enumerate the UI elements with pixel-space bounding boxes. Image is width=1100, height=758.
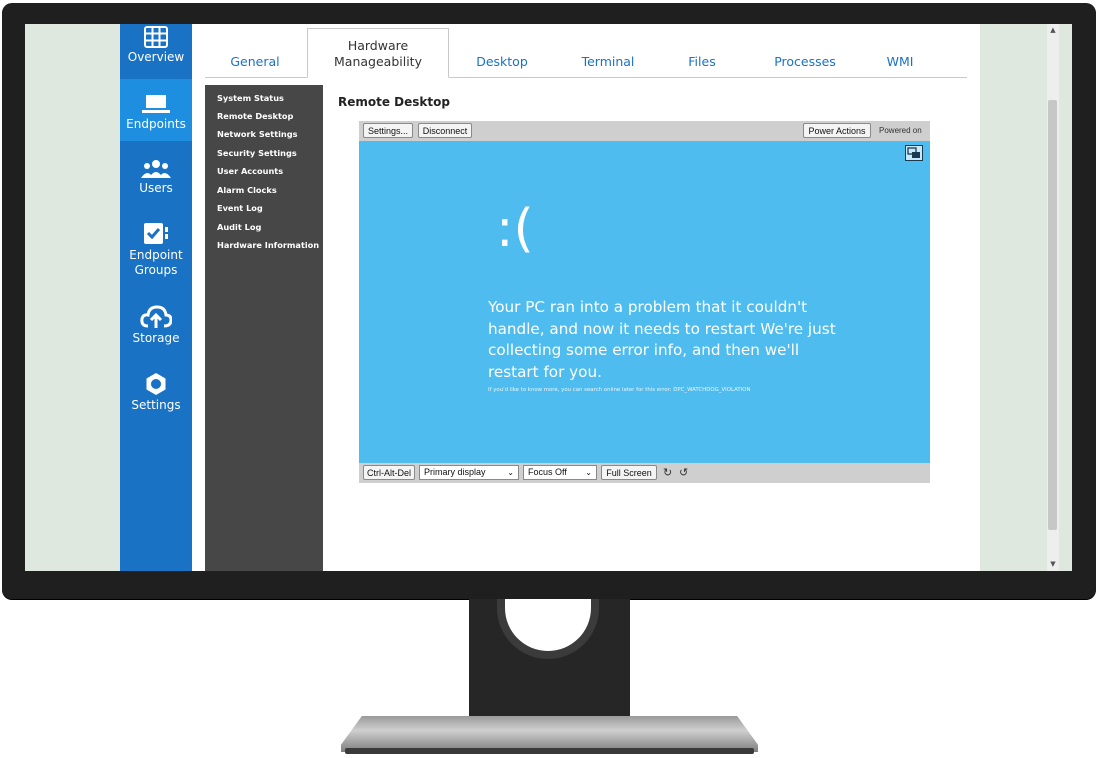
subnav-item-security-settings[interactable]: Security Settings bbox=[217, 148, 297, 158]
app-window: Overview Endpoints Users Endpoint Groups… bbox=[120, 24, 980, 571]
scrollbar-thumb[interactable] bbox=[1048, 100, 1057, 530]
viewer-toolbar: Settings... Disconnect Power Actions Pow… bbox=[359, 121, 930, 141]
rotate-clockwise-icon[interactable]: ↻ bbox=[663, 466, 672, 479]
display-select-value: Primary display bbox=[424, 467, 486, 477]
nav-label-endpoint-groups: Endpoint Groups bbox=[129, 248, 183, 277]
nav-item-endpoints[interactable]: Endpoints bbox=[120, 79, 192, 141]
subnav-item-alarm-clocks[interactable]: Alarm Clocks bbox=[217, 185, 277, 195]
monitor-base bbox=[341, 716, 758, 752]
bsod-detail: If you'd like to know more, you can sear… bbox=[488, 387, 751, 393]
grid-icon bbox=[144, 26, 168, 48]
checkbox-icon bbox=[144, 223, 168, 244]
gear-icon bbox=[146, 373, 166, 395]
remote-screen[interactable]: :( Your PC ran into a problem that it co… bbox=[359, 141, 930, 463]
full-screen-button[interactable]: Full Screen bbox=[601, 465, 657, 480]
bsod-message: Your PC ran into a problem that it could… bbox=[488, 298, 836, 381]
subnav-item-audit-log[interactable]: Audit Log bbox=[217, 222, 261, 232]
tab-terminal[interactable]: Terminal bbox=[563, 54, 653, 69]
settings-button[interactable]: Settings... bbox=[363, 123, 413, 138]
subnav-item-network-settings[interactable]: Network Settings bbox=[217, 129, 298, 139]
bsod-sad-face: :( bbox=[496, 199, 534, 259]
tab-bar: General Hardware Manageability Desktop T… bbox=[205, 24, 967, 78]
tab-files[interactable]: Files bbox=[667, 54, 737, 69]
monitor-base-edge bbox=[345, 748, 754, 754]
nav-label-users: Users bbox=[139, 181, 173, 195]
nav-label-storage: Storage bbox=[132, 331, 180, 345]
chevron-down-icon: ⌄ bbox=[507, 468, 514, 477]
subnav-item-remote-desktop[interactable]: Remote Desktop bbox=[217, 111, 293, 121]
disconnect-button[interactable]: Disconnect bbox=[418, 123, 472, 138]
chevron-down-icon: ⌄ bbox=[585, 468, 592, 477]
cloud-upload-icon bbox=[140, 305, 172, 328]
power-actions-button[interactable]: Power Actions bbox=[803, 123, 871, 138]
subnav-item-system-status[interactable]: System Status bbox=[217, 93, 284, 103]
users-icon bbox=[141, 160, 171, 178]
focus-select[interactable]: Focus Off ⌄ bbox=[523, 465, 597, 480]
tab-wmi[interactable]: WMI bbox=[867, 54, 933, 69]
tab-general[interactable]: General bbox=[205, 54, 305, 69]
monitor-screen: Overview Endpoints Users Endpoint Groups… bbox=[25, 24, 1072, 571]
viewer-bottom-bar: Ctrl-Alt-Del Primary display ⌄ Focus Off… bbox=[359, 463, 930, 483]
page-title: Remote Desktop bbox=[338, 95, 450, 109]
rotate-counterclockwise-icon[interactable]: ↺ bbox=[679, 466, 688, 479]
display-select[interactable]: Primary display ⌄ bbox=[419, 465, 519, 480]
nav-label-endpoints: Endpoints bbox=[126, 117, 186, 131]
tab-processes[interactable]: Processes bbox=[755, 54, 855, 69]
nav-item-endpoint-groups[interactable]: Endpoint Groups bbox=[120, 222, 192, 288]
subnav-item-hardware-information[interactable]: Hardware Information bbox=[217, 240, 319, 250]
nav-item-storage[interactable]: Storage bbox=[120, 305, 192, 353]
focus-select-value: Focus Off bbox=[528, 467, 567, 477]
tab-hardware-manageability[interactable]: Hardware Manageability bbox=[307, 28, 449, 78]
ctrl-alt-del-button[interactable]: Ctrl-Alt-Del bbox=[363, 465, 415, 480]
main-nav: Overview Endpoints Users Endpoint Groups… bbox=[120, 24, 192, 571]
sub-nav: System Status Remote Desktop Network Set… bbox=[205, 85, 323, 571]
power-status: Powered on bbox=[879, 126, 922, 135]
subnav-item-event-log[interactable]: Event Log bbox=[217, 203, 263, 213]
left-gutter bbox=[25, 24, 120, 571]
nav-label-overview: Overview bbox=[127, 50, 185, 64]
subnav-item-user-accounts[interactable]: User Accounts bbox=[217, 166, 283, 176]
nav-label-settings: Settings bbox=[131, 398, 181, 412]
screen-mode-icon[interactable] bbox=[905, 145, 923, 161]
nav-item-settings[interactable]: Settings bbox=[120, 372, 192, 420]
tab-desktop[interactable]: Desktop bbox=[457, 54, 547, 69]
scroll-down-icon[interactable]: ▼ bbox=[1049, 560, 1057, 568]
nav-item-overview[interactable]: Overview bbox=[120, 24, 192, 76]
laptop-icon bbox=[142, 95, 170, 113]
scroll-up-icon[interactable]: ▲ bbox=[1049, 26, 1057, 34]
nav-item-users[interactable]: Users bbox=[120, 159, 192, 209]
